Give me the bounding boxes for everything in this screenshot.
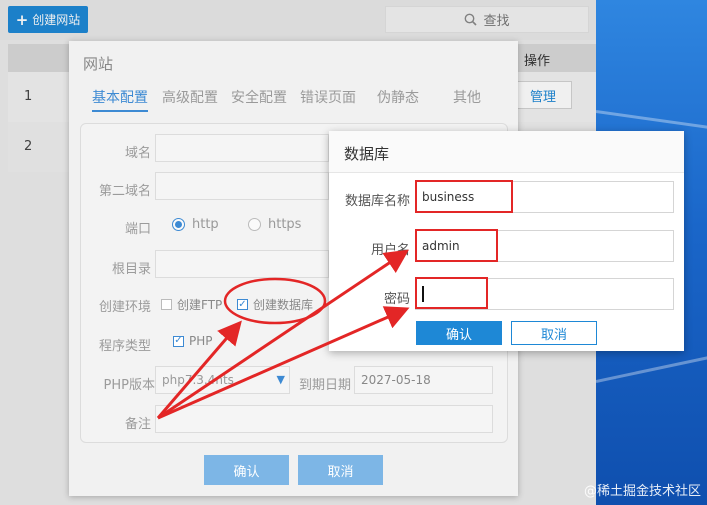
site-dialog-title: 网站 [83,55,114,73]
db-user-label: 用户名 [370,243,410,258]
radio-unchecked-icon [248,218,261,231]
radio-https-label: https [268,217,302,232]
db-confirm-button[interactable]: 确认 [416,321,502,345]
tab-security[interactable]: 安全配置 [231,87,287,107]
db-cancel-button[interactable]: 取消 [511,321,597,345]
site-cancel-button[interactable]: 取消 [298,455,383,485]
php-version-select[interactable]: php7.3.4nts ▼ [155,366,290,394]
program-type-value: PHP [189,334,213,348]
root-dir-label: 根目录 [111,262,151,277]
create-database-label: 创建数据库 [253,298,314,312]
php-version-value: php7.3.4nts [162,373,234,387]
database-dialog-header: 数据库 [329,131,684,173]
db-password-label: 密码 [383,292,410,307]
expire-date-field[interactable]: 2027-05-18 [354,366,493,394]
database-dialog: 数据库 数据库名称 business 用户名 admin 密码 确认 取消 [329,131,684,351]
site-confirm-button[interactable]: 确认 [204,455,289,485]
radio-http-label: http [192,217,219,232]
highlight-box [415,229,498,262]
tab-advanced[interactable]: 高级配置 [162,87,218,107]
watermark: @稀土掘金技术社区 [583,484,701,499]
program-type-php[interactable]: ✓ PHP [173,334,213,348]
database-dialog-title: 数据库 [344,145,390,163]
tab-error-pages[interactable]: 错误页面 [300,87,356,107]
radio-https[interactable]: https [248,217,301,232]
domain-label: 域名 [124,146,151,161]
second-domain-field[interactable] [155,172,329,200]
php-version-label: PHP版本 [103,378,155,393]
checkbox-checked-icon: ✓ [237,298,248,310]
create-database-checkbox[interactable]: ✓ 创建数据库 [237,296,313,313]
note-field[interactable] [155,405,493,433]
checkbox-unchecked-icon [161,299,172,310]
tab-other[interactable]: 其他 [453,87,481,107]
domain-field[interactable] [155,134,329,162]
wallpaper-ray [596,353,707,383]
expire-date-label: 到期日期 [298,378,351,393]
db-name-label: 数据库名称 [344,194,410,209]
tab-rewrite[interactable]: 伪静态 [377,87,419,107]
root-dir-field[interactable] [155,250,329,278]
wallpaper-ray [596,110,707,132]
checkbox-checked-icon: ✓ [173,335,184,347]
create-ftp-checkbox[interactable]: 创建FTP [161,296,222,313]
tab-basic[interactable]: 基本配置 [92,87,148,112]
env-label: 创建环境 [98,300,151,315]
radio-http[interactable]: http [172,217,219,232]
second-domain-label: 第二域名 [98,184,151,199]
highlight-box [415,180,513,213]
expire-date-value: 2027-05-18 [361,373,431,387]
program-type-label: 程序类型 [98,339,151,354]
create-ftp-label: 创建FTP [177,298,223,312]
port-label: 端口 [124,222,151,237]
note-label: 备注 [124,417,151,432]
radio-checked-icon [172,218,185,231]
highlight-box [415,277,488,309]
